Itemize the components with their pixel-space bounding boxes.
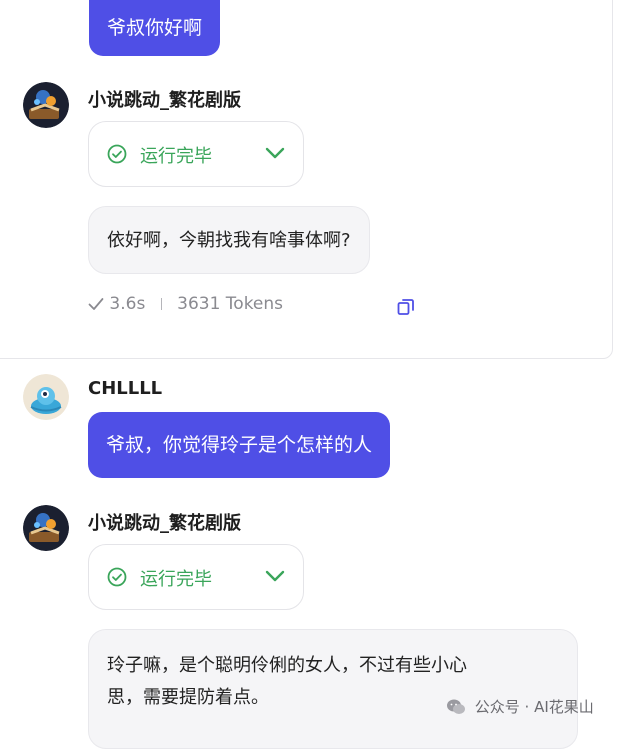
user-message-bubble: 爷叔，你觉得玲子是个怎样的人	[88, 412, 391, 478]
bot-avatar	[23, 505, 69, 551]
bot-avatar	[23, 82, 69, 128]
meta-divider	[160, 298, 162, 310]
copy-icon[interactable]	[397, 298, 415, 316]
bot-reply-text: 依好啊，今朝找我有啥事体啊?	[107, 230, 351, 251]
run-status-label: 运行完毕	[140, 569, 212, 590]
check-circle-icon	[107, 144, 127, 164]
checkmark-icon	[88, 298, 104, 310]
user-message-text: 爷叔你好啊	[107, 17, 203, 39]
run-status-card[interactable]: 运行完毕	[88, 121, 304, 187]
run-status-card[interactable]: 运行完毕	[88, 544, 304, 610]
bot-name: 小说跳动_繁花剧版	[88, 90, 241, 111]
user-avatar	[23, 374, 69, 420]
chevron-down-icon[interactable]	[265, 146, 285, 160]
token-count: 3631 Tokens	[177, 294, 284, 314]
user-message-bubble: 爷叔你好啊	[89, 0, 221, 56]
watermark: 公众号 · AI花果山	[446, 696, 594, 717]
bot-reply-bubble: 依好啊，今朝找我有啥事体啊?	[88, 206, 370, 274]
response-time: 3.6s	[109, 294, 146, 314]
bot-name: 小说跳动_繁花剧版	[88, 513, 241, 534]
user-name: CHLLLL	[88, 378, 163, 399]
wechat-icon	[447, 699, 465, 714]
reply-meta: 3.6s 3631 Tokens	[88, 294, 283, 314]
user-message-text: 爷叔，你觉得玲子是个怎样的人	[106, 434, 373, 456]
watermark-text: 公众号 · AI花果山	[474, 698, 594, 716]
bot-reply-line: 玲子嘛，是个聪明伶俐的女人，不过有些小心	[107, 655, 467, 676]
chevron-down-icon[interactable]	[265, 569, 285, 583]
run-status-label: 运行完毕	[140, 146, 212, 167]
bot-reply-bubble: 玲子嘛，是个聪明伶俐的女人，不过有些小心 思，需要提防着点。	[88, 629, 578, 749]
check-circle-icon	[107, 567, 127, 587]
